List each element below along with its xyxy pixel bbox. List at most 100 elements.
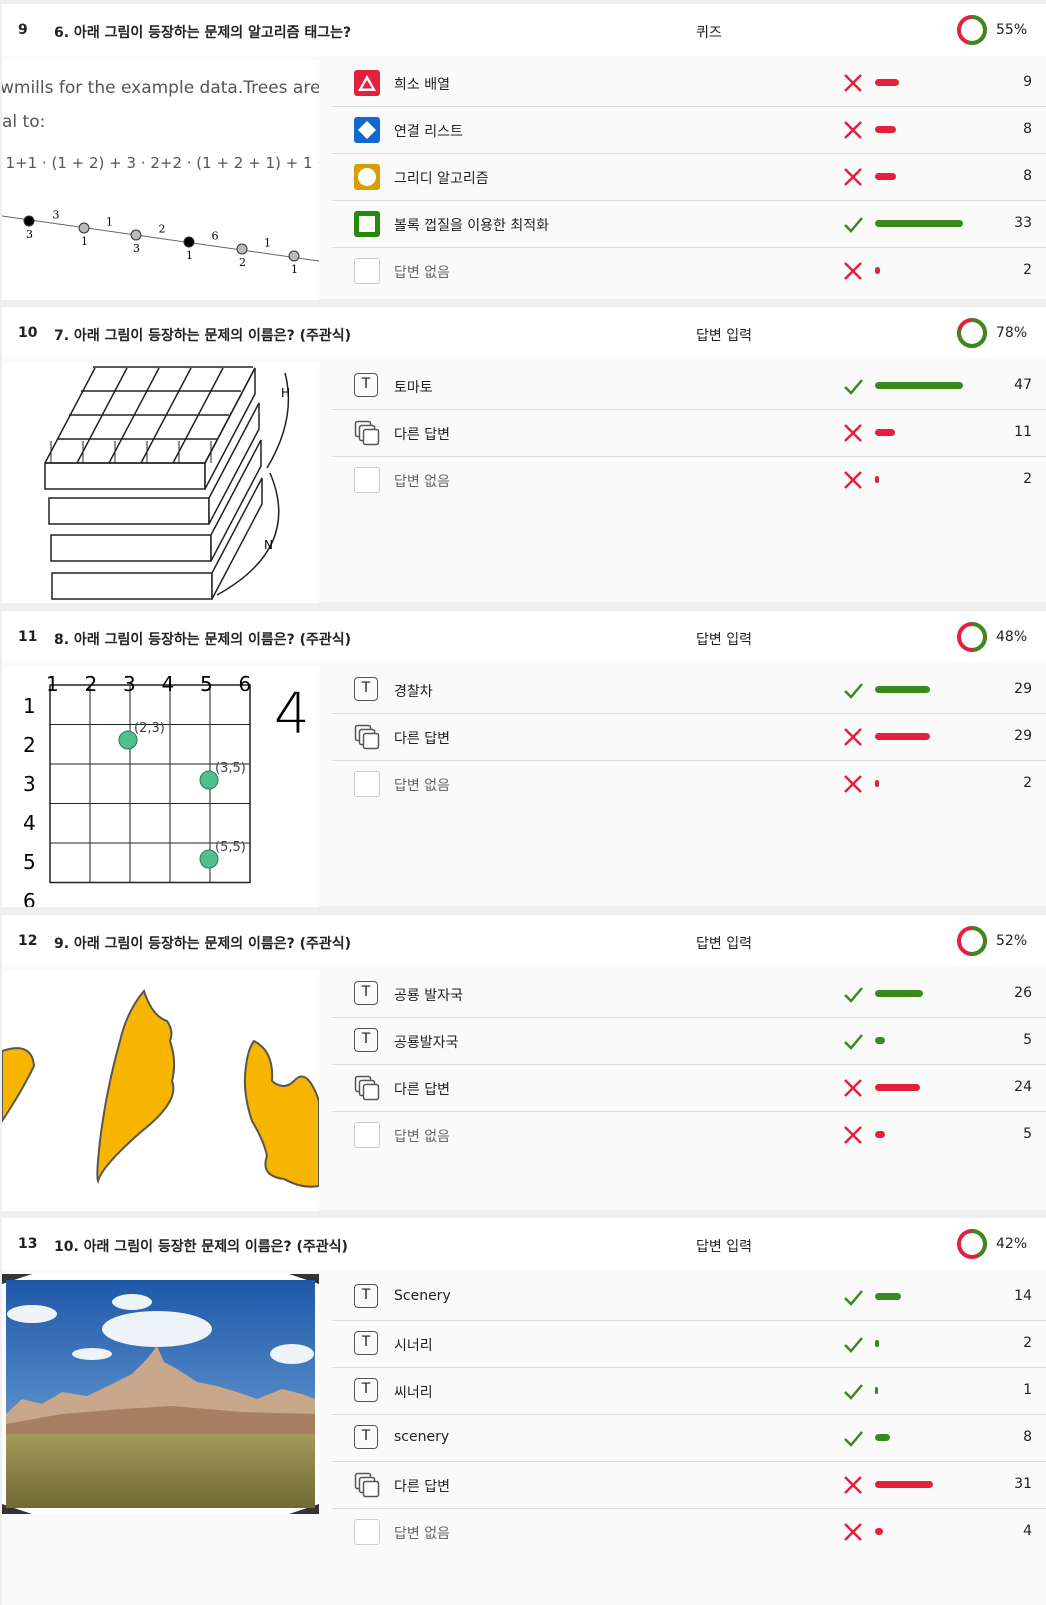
answer-row[interactable]: 연결 리스트 8 (332, 107, 1046, 154)
question-type: 퀴즈 (696, 25, 722, 41)
square-icon (354, 211, 380, 237)
question-header[interactable]: 10 7. 아래 그림이 등장하는 문제의 이름은? (주관식) 답변 입력 78% (2, 307, 1046, 359)
question-image: HN (2, 363, 319, 603)
answer-count: 2 (1023, 262, 1032, 278)
answer-count: 5 (1023, 1126, 1032, 1142)
answer-row[interactable]: 답변 없음 5 (332, 1112, 1046, 1159)
answer-row[interactable]: 다른 답변 29 (332, 714, 1046, 761)
answer-row[interactable]: 희소 배열 9 (332, 60, 1046, 107)
accuracy-percent: 42% (996, 1236, 1028, 1252)
answer-count: 11 (1014, 424, 1032, 440)
answer-list: T 토마토 47 다른 답변 11 답변 없음 2 (332, 363, 1046, 504)
answer-label: 연결 리스트 (394, 124, 463, 140)
answer-row[interactable]: 답변 없음 4 (332, 1509, 1046, 1556)
answer-row[interactable]: 그리디 알고리즘 8 (332, 154, 1046, 201)
answer-count: 29 (1014, 728, 1032, 744)
graph-node (130, 229, 142, 241)
answer-row[interactable]: 답변 없음 2 (332, 761, 1046, 808)
answer-list: T 공룡 발자국 26 T 공룡발자국 5 다른 답변 24 답변 없음 5 (332, 971, 1046, 1159)
cross-icon (842, 1124, 864, 1146)
graph-edge-label: 1 (106, 216, 113, 229)
answer-label: Scenery (394, 1288, 451, 1304)
question-title: 7. 아래 그림이 등장하는 문제의 이름은? (주관식) (54, 328, 352, 344)
answer-row[interactable]: T 시너리 2 (332, 1321, 1046, 1368)
cross-icon (842, 773, 864, 795)
answer-bar (875, 79, 899, 86)
answer-count: 8 (1023, 168, 1032, 184)
answer-row[interactable]: 답변 없음 2 (332, 457, 1046, 504)
question-body: T 공룡 발자국 26 T 공룡발자국 5 다른 답변 24 답변 없음 5 (2, 967, 1046, 1211)
grid-row-label: 2 (23, 733, 36, 757)
answer-row[interactable]: T 경찰차 29 (332, 667, 1046, 714)
answer-row[interactable]: 다른 답변 11 (332, 410, 1046, 457)
cross-icon (842, 72, 864, 94)
answer-bar (875, 1434, 890, 1441)
answer-count: 2 (1023, 1335, 1032, 1351)
answer-list: 희소 배열 9 연결 리스트 8 그리디 알고리즘 8 볼록 껍질을 이용한 최적화 33 답변… (332, 60, 1046, 295)
grid-col-label: 5 (200, 672, 213, 696)
answer-row[interactable]: 다른 답변 24 (332, 1065, 1046, 1112)
graph-diagram: 3 3 1 1 3 2 1 6 2 1 1 (2, 209, 319, 276)
grassland (6, 1434, 315, 1508)
answer-row[interactable]: T 씨너리 1 (332, 1368, 1046, 1415)
grid-row-label: 4 (23, 811, 36, 835)
answer-label: 씨너리 (394, 1385, 433, 1401)
answer-bar (875, 1084, 920, 1091)
question-number: 10 (18, 325, 38, 341)
other-answers-icon (354, 1075, 380, 1101)
answer-bar (875, 429, 896, 436)
question-header[interactable]: 13 10. 아래 그림이 등장한 문제의 이름은? (주관식) 답변 입력 42% (2, 1218, 1046, 1270)
answer-row[interactable]: 답변 없음 2 (332, 248, 1046, 295)
cross-icon (842, 1521, 864, 1543)
question-title: 10. 아래 그림이 등장한 문제의 이름은? (주관식) (54, 1239, 348, 1255)
cross-icon (842, 166, 864, 188)
answer-count: 29 (1014, 681, 1032, 697)
answer-label: 공룡 발자국 (394, 988, 463, 1004)
empty-icon (354, 1519, 380, 1545)
answer-count: 24 (1014, 1079, 1032, 1095)
text-answer-icon: T (354, 1284, 380, 1310)
answer-label: 볼록 껍질을 이용한 최적화 (394, 218, 550, 234)
answer-row[interactable]: Tscenery 8 (332, 1415, 1046, 1462)
graph-edge-label: 1 (264, 237, 271, 250)
question-header[interactable]: 12 9. 아래 그림이 등장하는 문제의 이름은? (주관식) 답변 입력 52% (2, 915, 1046, 967)
question-type: 답변 입력 (696, 1239, 752, 1255)
grid-diagram: 1 2 3 4 5 6 1 2 3 4 5 6 (2,3) (3,5) (5,5) 4 (23, 672, 310, 907)
answer-row[interactable]: T 공룡발자국 5 (332, 1018, 1046, 1065)
grid-col-label: 3 (123, 672, 136, 696)
grid-col-label: 4 (162, 672, 175, 696)
answer-bar (875, 173, 897, 180)
accuracy-percent: 48% (996, 629, 1028, 645)
check-icon (842, 375, 864, 397)
graph-node (78, 222, 90, 234)
answer-row[interactable]: T 토마토 47 (332, 363, 1046, 410)
answer-row[interactable]: 다른 답변 31 (332, 1462, 1046, 1509)
tomato-box-diagram: HN (44, 366, 290, 600)
question-block: 12 9. 아래 그림이 등장하는 문제의 이름은? (주관식) 답변 입력 52% … (2, 915, 1046, 1211)
answer-count: 8 (1023, 1429, 1032, 1445)
text-answer-icon: T (354, 373, 380, 399)
answer-count: 33 (1014, 215, 1032, 231)
graph-edge-label: 2 (159, 223, 166, 236)
question-header[interactable]: 11 8. 아래 그림이 등장하는 문제의 이름은? (주관식) 답변 입력 48% (2, 611, 1046, 663)
question-title: 6. 아래 그림이 등장하는 문제의 알고리즘 태그는? (54, 25, 352, 41)
answer-bar (875, 382, 963, 389)
accuracy-percent: 52% (996, 933, 1028, 949)
answer-bar (875, 1387, 878, 1394)
accuracy-ring-icon (956, 317, 988, 349)
answer-row[interactable]: 볼록 껍질을 이용한 최적화 33 (332, 201, 1046, 248)
cloud (102, 1311, 212, 1347)
grid-row-label: 5 (23, 850, 36, 874)
question-block: 9 6. 아래 그림이 등장하는 문제의 알고리즘 태그는? 퀴즈 55% wmills… (2, 4, 1046, 300)
empty-icon (354, 467, 380, 493)
question-header[interactable]: 9 6. 아래 그림이 등장하는 문제의 알고리즘 태그는? 퀴즈 55% (2, 4, 1046, 56)
answer-list: T Scenery 14 T 시너리 2 T 씨너리 1 Tscenery 8 다른 답변 31 답변 없… (332, 1274, 1046, 1556)
answer-row[interactable]: T 공룡 발자국 26 (332, 971, 1046, 1018)
graph-edge-label: 3 (53, 209, 60, 222)
answer-row[interactable]: T Scenery 14 (332, 1274, 1046, 1321)
answer-label: 답변 없음 (394, 778, 450, 794)
graph-node (236, 243, 248, 255)
answer-bar (875, 476, 879, 483)
cloud (7, 1305, 57, 1323)
answer-bar (875, 126, 897, 133)
